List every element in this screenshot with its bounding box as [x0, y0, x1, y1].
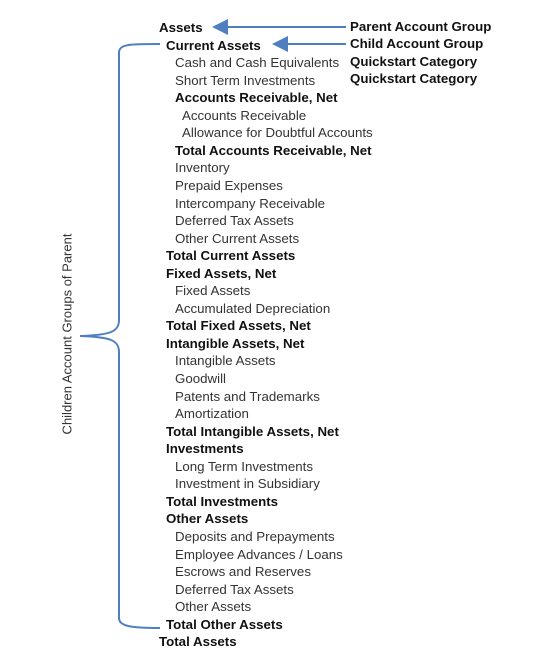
parent-account-group-label: Parent Account Group	[350, 19, 492, 34]
quickstart-category-label: Quickstart Category	[350, 71, 478, 86]
children-bracket	[79, 43, 161, 629]
quickstart-category-label: Quickstart Category	[350, 54, 478, 69]
connector-overlay	[79, 19, 346, 629]
child-account-group-label: Child Account Group	[350, 36, 484, 51]
bracket-label: Children Account Groups of Parent	[59, 233, 75, 435]
